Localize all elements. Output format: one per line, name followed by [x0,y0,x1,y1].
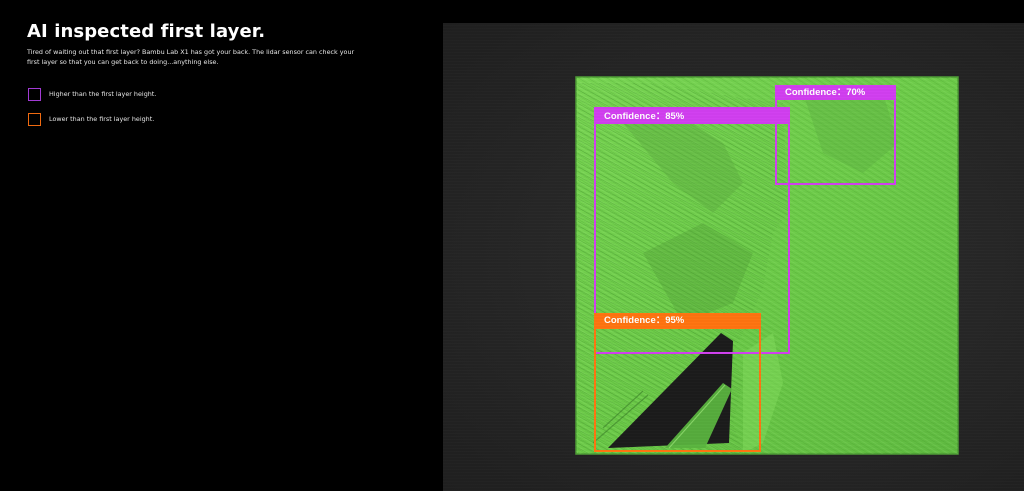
detection-box-70 [775,85,896,185]
legend-item-lower: Lower than the first layer height. [28,112,156,126]
print-plate-image [575,76,959,455]
legend-label-lower: Lower than the first layer height. [49,115,155,123]
description: Tired of waiting out that first layer? B… [27,48,355,66]
first-layer-photo: Confidence：85% Confidence：70% Confidence… [443,23,1024,491]
print-square [575,76,959,455]
detection-tag-85: Confidence：85% [594,109,790,124]
detection-box-95 [594,313,761,452]
missing-filament-gap [608,333,733,448]
detection-tag-95: Confidence：95% [594,313,761,329]
legend-item-higher: Higher than the first layer height. [28,87,156,101]
legend-label-higher: Higher than the first layer height. [49,90,157,98]
legend: Higher than the first layer height. Lowe… [28,87,156,137]
legend-swatch-lower [28,112,41,126]
detection-box-85 [594,107,790,354]
legend-swatch-higher [28,87,41,101]
intro-section: AI inspected first layer. Tired of waiti… [27,20,372,67]
headline: AI inspected first layer. [27,21,266,42]
detection-tag-70: Confidence：70% [775,85,896,100]
page: AI inspected first layer. Tired of waiti… [0,0,1024,491]
